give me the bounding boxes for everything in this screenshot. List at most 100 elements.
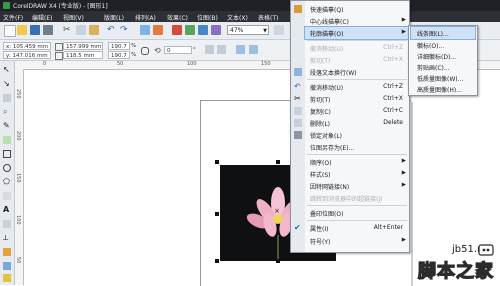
new-icon[interactable] — [4, 25, 16, 37]
open-icon[interactable] — [17, 25, 27, 35]
rotation-angle-field[interactable]: 0 — [164, 46, 192, 54]
menu-item-text-wrap[interactable]: 段落文本换行(W) — [305, 66, 409, 78]
welcome-screen-icon[interactable] — [198, 25, 208, 35]
app-icon — [3, 2, 10, 9]
cut-icon[interactable]: ✂ — [63, 25, 73, 35]
menu-item-label: 剪切(T) — [310, 58, 331, 65]
menu-bitmaps[interactable]: 位图(B) — [197, 13, 218, 22]
copy-icon[interactable] — [76, 25, 86, 35]
menu-item-copy[interactable]: 复制(C) Ctrl+C — [305, 105, 409, 117]
menu-layout[interactable]: 版面(L) — [104, 13, 124, 22]
menu-item-lock-object[interactable]: 锁定对象(L) — [305, 129, 409, 141]
ruler-tick-label: 150 — [261, 61, 271, 67]
menu-text[interactable]: 文本(X) — [227, 13, 248, 22]
freehand-tool-icon[interactable]: ✎ — [3, 122, 11, 130]
copy-icon — [294, 107, 302, 115]
save-icon[interactable] — [30, 25, 40, 35]
menu-item-label: 轮廓描摹(O) — [310, 31, 344, 38]
menu-file[interactable]: 文件(F) — [3, 13, 23, 22]
ruler-tick-label: 150 — [15, 173, 21, 183]
dimension-tool-icon[interactable]: ⟂ — [3, 234, 11, 242]
menu-item-centerline-trace[interactable]: 中心线描摹(C) ▶ — [305, 15, 409, 27]
pdf-icon[interactable] — [172, 25, 182, 35]
basic-shapes-tool-icon[interactable] — [3, 192, 11, 200]
menu-edit[interactable]: 编辑(E) — [32, 13, 52, 22]
center-marker: × — [274, 207, 280, 215]
export-icon[interactable] — [153, 25, 163, 35]
menu-item-label: 复制(C) — [310, 109, 331, 116]
trace-bitmap-icon[interactable] — [249, 45, 258, 54]
menu-item-internet-links[interactable]: 因特网链接(N) ▶ — [305, 180, 409, 192]
smart-fill-tool-icon[interactable] — [3, 136, 11, 144]
corel-online-icon[interactable] — [211, 25, 221, 35]
menu-item-undo[interactable]: 撤消移动(U) Ctrl+Z — [305, 81, 409, 93]
menu-item-order[interactable]: 顺序(O) ▶ — [305, 156, 409, 168]
menu-item-properties[interactable]: 属性(I) Alt+Enter — [305, 222, 409, 234]
menu-effects[interactable]: 效果(C) — [167, 13, 188, 22]
submenu-item-high-quality-image[interactable]: 高质量图像(H)... — [411, 83, 475, 95]
menu-item-outline-trace[interactable]: 轮廓描摹(O) ▶ — [304, 26, 410, 40]
menu-item-cut-disabled: 剪切(T) Ctrl+X — [305, 54, 409, 66]
print-icon[interactable] — [43, 25, 53, 35]
cut-icon: ✂ — [294, 94, 301, 103]
menu-item-symbol[interactable]: 符号(Y) ▶ — [305, 235, 409, 247]
menu-arrange[interactable]: 排列(A) — [135, 13, 156, 22]
menu-item-cut[interactable]: 剪切(T) Ctrl+X — [305, 93, 409, 105]
selection-handle[interactable] — [276, 160, 280, 164]
undo-icon: ↶ — [294, 82, 301, 91]
undo-icon[interactable]: ↶ — [107, 25, 117, 35]
text-tool-icon[interactable]: A — [3, 206, 11, 214]
selection-handle[interactable] — [215, 160, 219, 164]
fill-tool-icon[interactable] — [3, 274, 11, 282]
mirror-vertical-icon[interactable] — [217, 45, 226, 54]
menu-item-label: 位图另存为(E)... — [310, 145, 355, 152]
zoom-level-value: 47% — [230, 27, 244, 34]
pick-tool-icon[interactable]: ↖ — [3, 66, 11, 74]
edit-bitmap-icon[interactable] — [236, 45, 245, 54]
polygon-tool-icon[interactable]: ⬠ — [3, 178, 11, 186]
menu-item-label: 撤消移动(U) — [310, 85, 344, 92]
x-position-field[interactable]: x: 105.459 mm — [3, 42, 51, 50]
scale-y-field[interactable]: 190.7 — [108, 51, 130, 59]
ruler-tick-label: 100 — [187, 61, 197, 67]
interactive-tool-icon[interactable] — [3, 248, 11, 256]
height-icon — [55, 52, 63, 60]
lock-ratio-icon[interactable] — [141, 47, 149, 55]
import-icon[interactable] — [140, 25, 150, 35]
menu-item-save-bitmap-as[interactable]: 位图另存为(E)... — [305, 141, 409, 153]
text-wrap-icon — [294, 68, 302, 76]
selection-handle[interactable] — [215, 259, 219, 263]
rectangle-tool-icon[interactable] — [3, 150, 11, 158]
menu-item-quick-trace[interactable]: 快速描摹(Q) — [305, 3, 409, 15]
menu-table[interactable]: 表格(T) — [258, 13, 278, 22]
menu-item-delete[interactable]: 删除(L) Delete — [305, 117, 409, 129]
vertical-ruler[interactable]: 250 200 150 100 50 — [15, 69, 24, 285]
snap-to-icon[interactable] — [274, 25, 284, 35]
selection-handle[interactable] — [215, 212, 219, 216]
paste-icon[interactable] — [89, 25, 99, 35]
selection-handle[interactable] — [276, 259, 280, 263]
zoom-level-select[interactable]: 47% ▼ — [227, 25, 269, 35]
table-tool-icon[interactable] — [3, 220, 11, 228]
eyedropper-tool-icon[interactable] — [3, 262, 11, 270]
width-field[interactable]: 157.999 mm — [63, 42, 103, 50]
redo-icon[interactable]: ↷ — [120, 25, 130, 35]
zoom-tool-icon[interactable]: ⌕ — [3, 108, 11, 116]
y-position-field[interactable]: y: 147.016 mm — [3, 51, 51, 59]
submenu-item-line-art[interactable]: 线条图(L)... — [410, 26, 476, 40]
menu-item-label: 撤消移动(U) — [310, 46, 344, 53]
menu-item-overprint-bitmap[interactable]: 叠印位图(O) — [305, 207, 409, 219]
scale-x-field[interactable]: 190.7 — [108, 42, 130, 50]
height-field[interactable]: 118.5 mm — [63, 51, 103, 59]
menu-item-label: 叠印位图(O) — [310, 211, 344, 218]
application-launcher-icon[interactable] — [185, 25, 195, 35]
submenu-item-label: 低质量图像(W)... — [417, 76, 464, 83]
menu-item-styles[interactable]: 样式(S) ▶ — [305, 168, 409, 180]
menu-view[interactable]: 视图(V) — [63, 13, 84, 22]
ellipse-tool-icon[interactable] — [3, 164, 11, 172]
chevron-right-icon: ▶ — [401, 237, 406, 243]
crop-tool-icon[interactable] — [3, 94, 11, 102]
shape-tool-icon[interactable]: ↘ — [3, 80, 11, 88]
scale-x-unit: % — [131, 43, 137, 49]
mirror-horizontal-icon[interactable] — [205, 45, 214, 54]
